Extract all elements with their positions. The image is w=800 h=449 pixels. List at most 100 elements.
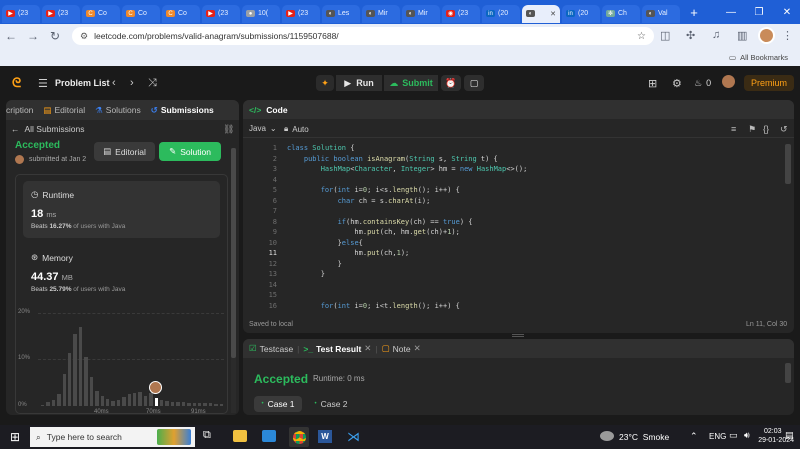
chart-bar[interactable] — [57, 394, 61, 406]
browser-tab[interactable]: in (20 — [482, 4, 520, 23]
browser-tab[interactable]: ▶ (23 — [2, 4, 40, 23]
weather-icon[interactable] — [600, 431, 614, 441]
code-line[interactable]: 8 if(hm.containsKey(ch) == true) { — [255, 217, 780, 228]
code-editor[interactable]: 1 class Solution {2 public boolean isAnag… — [255, 143, 780, 311]
bookmark-icon[interactable]: ⚑ — [748, 124, 756, 135]
runtime-card[interactable]: ◷ Runtime 18 ms Beats 16.27% of users wit… — [23, 181, 220, 238]
browser-tab[interactable]: ◐ Val — [642, 4, 680, 23]
chart-bar[interactable] — [84, 357, 88, 406]
browser-tab[interactable]: ◐ ✕ — [522, 4, 560, 23]
browser-tab[interactable]: C Co — [122, 4, 160, 23]
notification-icon[interactable]: ▤ — [785, 430, 794, 441]
prev-problem-icon[interactable]: ‹ — [112, 77, 116, 89]
case-1-button[interactable]: • Case 1 — [254, 396, 302, 412]
chart-bar[interactable] — [176, 402, 180, 406]
chart-bar[interactable] — [165, 401, 169, 406]
weather-text[interactable]: 23°C Smoke — [619, 432, 669, 442]
browser-tab[interactable]: ◐ Mir — [362, 4, 400, 23]
browser-tab[interactable]: ▶ (23 — [282, 4, 320, 23]
chart-bar[interactable] — [192, 402, 196, 406]
code-line[interactable]: 6 char ch = s.charAt(i); — [255, 196, 780, 207]
code-line[interactable]: 1 class Solution { — [255, 143, 780, 154]
chart-bar[interactable] — [41, 404, 45, 406]
chrome-icon[interactable] — [289, 427, 309, 447]
extensions-puzzle-icon[interactable]: ✣ — [686, 29, 695, 42]
chart-bar[interactable] — [203, 403, 207, 406]
taskbar-search[interactable]: ⌕ Type here to search — [30, 427, 195, 447]
problem-list-link[interactable]: Problem List — [55, 78, 110, 88]
task-view-icon[interactable]: ⧉ — [203, 429, 211, 442]
chart-bar[interactable] — [219, 403, 223, 406]
code-line[interactable]: 3 HashMap<Character, Integer> hm = new H… — [255, 164, 780, 175]
debug-icon[interactable]: ✦ — [316, 75, 334, 91]
code-line[interactable]: 7 — [255, 206, 780, 217]
code-line[interactable]: 2 public boolean isAnagram(String s, Str… — [255, 154, 780, 165]
reset-code-icon[interactable]: ↺ — [780, 124, 788, 135]
language-select[interactable]: Java ⌄ — [249, 124, 277, 133]
chart-bar[interactable] — [122, 396, 126, 406]
tray-chevron-icon[interactable]: ⌃ — [690, 431, 698, 442]
chart-bar[interactable] — [105, 399, 110, 406]
chart-bar[interactable] — [138, 392, 142, 406]
browser-tab[interactable]: C Co — [82, 4, 120, 23]
code-line[interactable]: 5 for(int i=0; i<s.length(); i++) { — [255, 185, 780, 196]
profile-avatar[interactable] — [758, 27, 775, 44]
media-control-icon[interactable]: ♫ — [712, 29, 720, 41]
case-2-button[interactable]: • Case 2 — [311, 396, 351, 412]
chart-bar[interactable] — [89, 377, 94, 406]
code-line[interactable]: 15 — [255, 290, 780, 301]
browser-tab[interactable]: ▶ (23 — [42, 4, 80, 23]
side-panel-icon[interactable]: ▥ — [737, 29, 747, 42]
chart-bar[interactable] — [160, 399, 164, 406]
back-icon[interactable]: ← — [0, 24, 22, 48]
format-icon[interactable]: ≡ — [731, 124, 736, 134]
chart-bar[interactable] — [197, 403, 202, 406]
tab-test-result[interactable]: >_ Test Result ✕ — [303, 343, 371, 354]
chart-bar[interactable] — [62, 374, 67, 406]
editorial-button[interactable]: ▤ Editorial — [94, 142, 155, 161]
minimize-window-icon[interactable]: — — [718, 0, 744, 24]
premium-button[interactable]: Premium — [744, 75, 794, 91]
solution-button[interactable]: ✎ Solution — [159, 142, 221, 161]
braces-icon[interactable]: {} — [763, 124, 769, 134]
reload-icon[interactable]: ↻ — [44, 24, 66, 48]
site-info-icon[interactable]: ⚙ — [80, 31, 88, 42]
extension-icon[interactable]: ◫ — [660, 29, 670, 42]
close-window-icon[interactable]: ✕ — [774, 0, 800, 24]
clock[interactable]: 02:03 — [740, 427, 782, 437]
chart-bar[interactable] — [214, 403, 218, 406]
horizontal-splitter[interactable] — [512, 334, 524, 337]
shuffle-icon[interactable]: ⤨ — [148, 77, 157, 90]
file-explorer-icon[interactable] — [233, 430, 247, 442]
all-submissions-link[interactable]: ← All Submissions — [11, 124, 85, 134]
chart-bar[interactable] — [111, 401, 115, 406]
address-bar[interactable]: ⚙ leetcode.com/problems/valid-anagram/su… — [72, 27, 654, 45]
settings-gear-icon[interactable]: ⚙ — [672, 77, 682, 90]
code-line[interactable]: 12 } — [255, 259, 780, 270]
streak-counter[interactable]: ♨ 0 — [694, 78, 711, 89]
chart-bar[interactable] — [154, 397, 159, 406]
chart-bar[interactable] — [127, 393, 131, 406]
memory-header[interactable]: ⊛ Memory — [31, 252, 73, 263]
leetcode-logo-icon[interactable]: ᘓ — [12, 75, 21, 91]
code-scrollbar-thumb[interactable] — [785, 144, 791, 184]
chart-bar[interactable] — [68, 352, 72, 406]
tab-testcase[interactable]: ☑ Testcase — [249, 343, 293, 354]
tab-submissions[interactable]: ↺ Submissions — [151, 105, 214, 116]
chart-bar[interactable] — [170, 401, 175, 406]
tab-description[interactable]: cription — [6, 105, 33, 115]
submit-button[interactable]: ☁ Submit — [384, 75, 438, 91]
tab-solutions[interactable]: ⚗ Solutions — [95, 105, 141, 116]
forward-icon[interactable]: → — [22, 24, 44, 48]
chart-bar[interactable] — [78, 326, 83, 406]
bookmark-star-icon[interactable]: ☆ — [637, 31, 646, 42]
code-line[interactable]: 10 }else{ — [255, 238, 780, 249]
chart-bar[interactable] — [51, 400, 56, 406]
browser-menu-icon[interactable]: ⋮ — [782, 29, 793, 42]
chart-bar[interactable] — [116, 399, 121, 406]
your-submission-marker[interactable] — [149, 380, 163, 394]
browser-tab[interactable]: in (20 — [562, 4, 600, 23]
close-icon[interactable]: ✕ — [414, 343, 421, 354]
notes-icon[interactable]: ▢ — [464, 75, 484, 91]
word-icon[interactable]: W — [318, 430, 332, 443]
